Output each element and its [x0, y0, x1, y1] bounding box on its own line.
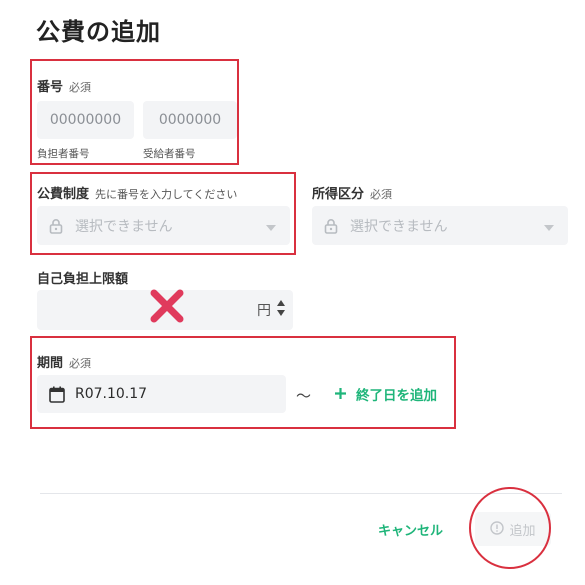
dialog-title: 公費の追加 [36, 18, 161, 46]
recipient-number-input[interactable]: 0000000 [143, 101, 237, 139]
number-required-badge: 必須 [69, 81, 92, 94]
public-system-label: 公費制度 [37, 187, 90, 202]
period-label-row: 期間 必須 [37, 352, 91, 371]
period-required-badge: 必須 [69, 357, 92, 370]
public-system-value: 選択できません [75, 218, 173, 235]
lock-icon [324, 218, 338, 234]
yen-unit: 円 [257, 303, 271, 319]
period-separator: 〜 [296, 387, 312, 405]
caret-down-icon [266, 216, 276, 235]
public-system-label-row: 公費制度 先に番号を入力してください [37, 183, 237, 202]
cancel-button[interactable]: キャンセル [378, 520, 443, 539]
income-category-value: 選択できません [350, 218, 448, 235]
period-start-date-input[interactable]: R07.10.17 [37, 375, 286, 413]
stepper-icon[interactable] [277, 299, 285, 321]
payer-number-placeholder: 00000000 [49, 112, 122, 128]
recipient-number-sublabel: 受給者番号 [143, 148, 196, 160]
lock-icon [49, 218, 63, 234]
caret-down-icon [544, 216, 554, 235]
public-system-select[interactable]: 選択できません [37, 206, 290, 245]
annotation-circle-add [469, 487, 551, 569]
self-pay-limit-label: 自己負担上限額 [37, 272, 129, 287]
income-category-label-row: 所得区分 必須 [312, 183, 392, 202]
plus-icon [334, 385, 347, 404]
cross-mark-icon [148, 287, 186, 329]
calendar-icon [49, 386, 65, 403]
number-label-row: 番号 必須 [37, 76, 91, 95]
number-label: 番号 [37, 80, 64, 95]
income-category-label: 所得区分 [312, 187, 365, 202]
recipient-number-placeholder: 0000000 [158, 112, 222, 128]
payer-number-sublabel: 負担者番号 [37, 148, 90, 160]
income-category-select[interactable]: 選択できません [312, 206, 568, 245]
period-start-date-value: R07.10.17 [75, 386, 148, 402]
add-end-date-button[interactable]: 終了日を追加 [334, 384, 437, 404]
payer-number-input[interactable]: 00000000 [37, 101, 134, 139]
income-category-required-badge: 必須 [370, 188, 393, 201]
public-system-hint: 先に番号を入力してください [95, 188, 238, 201]
add-end-date-label: 終了日を追加 [356, 388, 437, 404]
footer-divider [40, 493, 562, 494]
period-label: 期間 [37, 356, 64, 371]
